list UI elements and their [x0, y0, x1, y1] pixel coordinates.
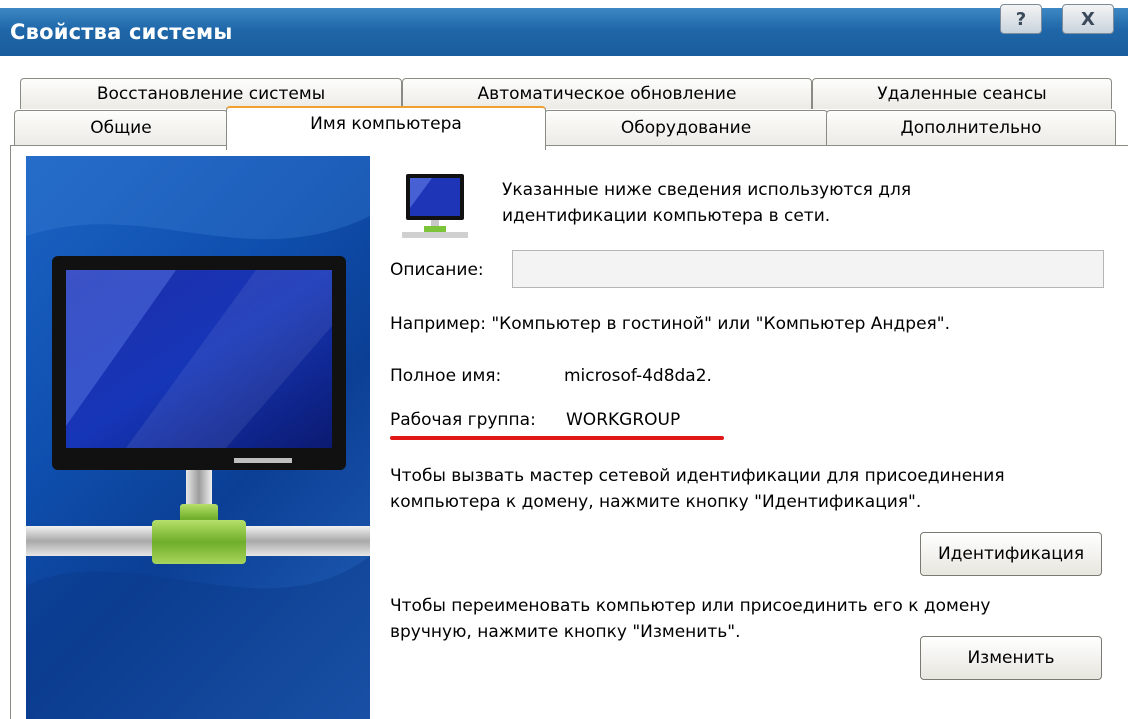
help-button[interactable]: ? — [1000, 4, 1042, 34]
tab-hardware[interactable]: Оборудование — [544, 110, 828, 145]
info-line-1: Указанные ниже сведения используются для — [502, 180, 912, 200]
workgroup-value: WORKGROUP — [566, 410, 681, 430]
tab-general[interactable]: Общие — [14, 110, 228, 145]
description-label: Описание: — [390, 260, 484, 280]
wizard-text-line-1: Чтобы вызвать мастер сетевой идентификац… — [390, 466, 1005, 486]
window-frame — [0, 56, 1128, 76]
tab-computer-name[interactable]: Имя компьютера — [226, 106, 546, 150]
computer-icon — [402, 172, 468, 242]
rename-text-line-1: Чтобы переименовать компьютер или присое… — [390, 596, 991, 616]
workgroup-underline — [390, 436, 724, 440]
change-button[interactable]: Изменить — [920, 636, 1102, 680]
tab-remote-sessions[interactable]: Удаленные сеансы — [812, 78, 1112, 109]
description-input[interactable] — [512, 250, 1104, 288]
example-text: Например: "Компьютер в гостиной" или "Ко… — [390, 314, 950, 334]
rename-text-line-2: вручную, нажмите кнопку "Изменить". — [390, 622, 741, 642]
identification-button[interactable]: Идентификация — [920, 532, 1102, 576]
close-button[interactable]: X — [1062, 4, 1114, 34]
wizard-text-line-2: компьютера к домену, нажмите кнопку "Иде… — [390, 492, 922, 512]
fullname-value: microsof-4d8da2. — [564, 366, 712, 386]
network-computer-icon — [26, 156, 370, 719]
title-bar: Свойства системы ? X — [0, 4, 1128, 56]
workgroup-label: Рабочая группа: — [390, 410, 536, 430]
tab-automatic-updates[interactable]: Автоматическое обновление — [402, 78, 812, 109]
window-frame-left — [0, 56, 8, 719]
window-title: Свойства системы — [10, 20, 233, 44]
tab-advanced[interactable]: Дополнительно — [826, 110, 1116, 145]
tab-system-restore[interactable]: Восстановление системы — [20, 78, 402, 109]
fullname-label: Полное имя: — [390, 366, 502, 386]
info-line-2: идентификации компьютера в сети. — [502, 206, 831, 226]
